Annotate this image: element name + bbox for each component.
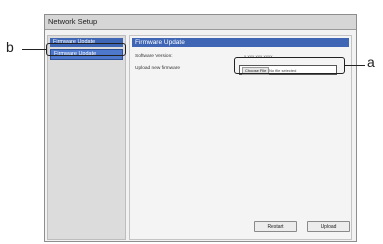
restart-button[interactable]: Restart (254, 221, 297, 232)
callout-a-highlight (234, 57, 345, 74)
upload-button[interactable]: Upload (307, 221, 350, 232)
window-title: Network Setup (45, 15, 356, 30)
callout-a-leader-line (345, 65, 365, 66)
callout-a: a (367, 54, 375, 70)
callout-b-highlight (46, 43, 126, 56)
upload-firmware-label: Upload new firmware (135, 66, 181, 71)
panel-header: Firmware Update (132, 38, 349, 47)
sidebar: Firmware Update Firmware Update (47, 35, 126, 240)
software-version-label: Software Version: (135, 54, 173, 59)
callout-b: b (6, 39, 14, 55)
callout-b-leader-line (22, 49, 46, 50)
